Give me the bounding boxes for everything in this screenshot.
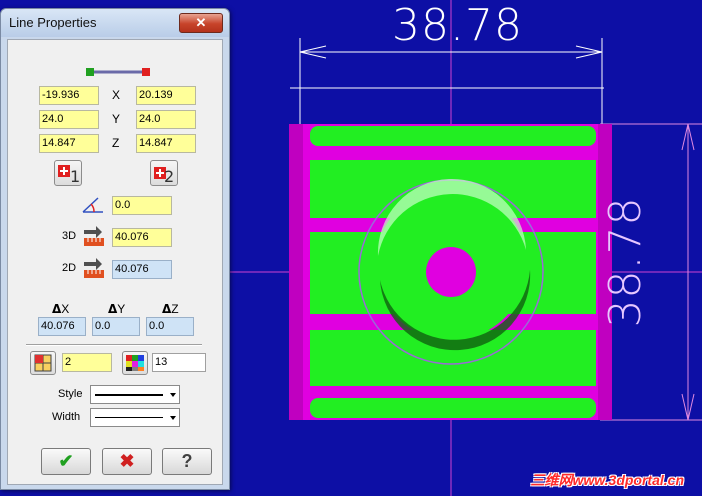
3d-length-label: 3D bbox=[62, 230, 77, 242]
delta-z-label: ΔZ bbox=[162, 302, 179, 316]
svg-text:2: 2 bbox=[164, 167, 174, 185]
help-button[interactable]: ? bbox=[162, 448, 212, 475]
svg-text:1: 1 bbox=[70, 167, 80, 185]
ok-button[interactable]: ✔ bbox=[41, 448, 91, 475]
line-style-preview bbox=[95, 394, 163, 396]
width-label: Width bbox=[52, 411, 81, 423]
cancel-button[interactable]: ✖ bbox=[102, 448, 152, 475]
delta-y-field: 0.0 bbox=[92, 317, 140, 336]
style-label: Style bbox=[58, 388, 83, 400]
pick-point2-icon: 2 bbox=[154, 167, 174, 186]
dialog-body: -19.936 X 20.139 24.0 Y 24.0 14.847 Z 14… bbox=[7, 39, 223, 485]
angle-icon bbox=[82, 197, 103, 213]
delta-x-field: 40.076 bbox=[38, 317, 86, 336]
pick-point2-button[interactable]: 2 bbox=[150, 160, 178, 186]
delta-x-label: ΔX bbox=[52, 302, 70, 316]
point1-z-field[interactable]: 14.847 bbox=[39, 134, 99, 153]
delta-z-field: 0.0 bbox=[146, 317, 194, 336]
line-properties-dialog: Line Properties ✕ -19.936 X 20.139 24.0 … bbox=[0, 8, 230, 490]
layer-icon bbox=[34, 354, 52, 372]
ruler-2d-icon bbox=[84, 258, 104, 278]
layer-button[interactable] bbox=[30, 351, 56, 375]
watermark: 三维网www.3dportal.cn bbox=[530, 472, 685, 488]
right-dimension-text: 38.78 bbox=[600, 196, 651, 328]
color-button[interactable] bbox=[122, 351, 148, 375]
line-width-preview bbox=[95, 417, 163, 418]
point2-y-field[interactable]: 24.0 bbox=[136, 110, 196, 129]
chevron-down-icon bbox=[170, 393, 176, 397]
line-width-select[interactable] bbox=[90, 408, 180, 427]
dialog-titlebar[interactable]: Line Properties ✕ bbox=[1, 9, 229, 37]
separator bbox=[26, 344, 202, 346]
top-dimension-text: 38.78 bbox=[392, 0, 523, 51]
axis-y-label: Y bbox=[112, 112, 121, 126]
3d-length-field[interactable]: 40.076 bbox=[112, 228, 172, 247]
center-hole bbox=[426, 247, 476, 297]
point2-x-field[interactable]: 20.139 bbox=[136, 86, 196, 105]
color-palette-icon bbox=[126, 355, 144, 371]
color-field[interactable]: 13 bbox=[152, 353, 206, 372]
layer-field[interactable]: 2 bbox=[62, 353, 112, 372]
dialog-title: Line Properties bbox=[9, 15, 97, 30]
pick-point1-button[interactable]: 1 bbox=[54, 160, 82, 186]
chevron-down-icon bbox=[170, 416, 176, 420]
2d-length-field: 40.076 bbox=[112, 260, 172, 279]
2d-length-label: 2D bbox=[62, 262, 77, 274]
delta-y-label: ΔY bbox=[108, 302, 126, 316]
ruler-3d-icon bbox=[84, 226, 104, 246]
point2-z-field[interactable]: 14.847 bbox=[136, 134, 196, 153]
point1-y-field[interactable]: 24.0 bbox=[39, 110, 99, 129]
angle-field[interactable]: 0.0 bbox=[112, 196, 172, 215]
line-endpoints-icon bbox=[86, 68, 150, 76]
point1-x-field[interactable]: -19.936 bbox=[39, 86, 99, 105]
axis-x-label: X bbox=[112, 88, 121, 102]
axis-z-label: Z bbox=[112, 136, 120, 150]
close-button[interactable]: ✕ bbox=[179, 13, 223, 33]
pick-point1-icon: 1 bbox=[58, 165, 80, 186]
line-style-select[interactable] bbox=[90, 385, 180, 404]
